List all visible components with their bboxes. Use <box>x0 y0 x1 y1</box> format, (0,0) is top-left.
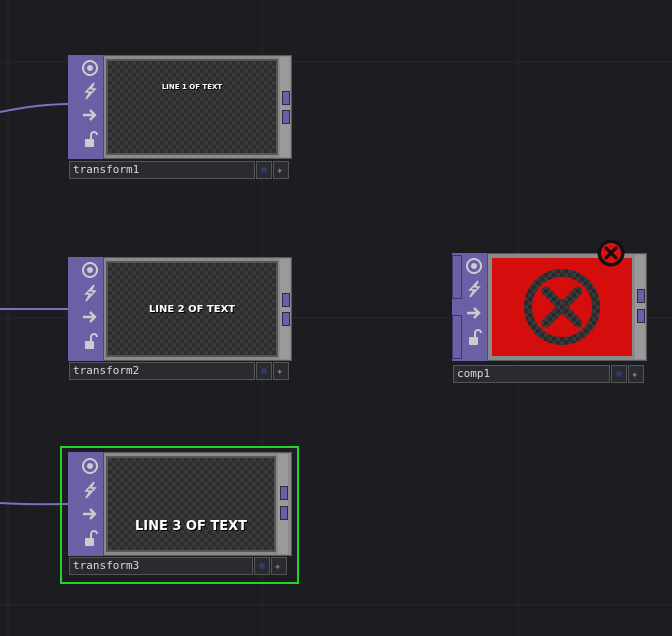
input-connector[interactable] <box>452 255 462 299</box>
viewer-text: LINE 3 OF TEXT <box>134 519 248 534</box>
arrow-right-icon[interactable] <box>80 105 100 125</box>
node-label-bar: transform3 ✦ <box>69 557 291 575</box>
node-right-bar <box>278 454 288 554</box>
move-icon: ✦ <box>631 367 639 381</box>
node-right-bar <box>280 259 290 359</box>
wire-transform1 <box>0 103 73 113</box>
cook-bolt-icon[interactable] <box>80 480 100 500</box>
lock-icon[interactable] <box>80 331 100 351</box>
cook-bolt-icon[interactable] <box>80 283 100 303</box>
node-name-label[interactable]: transform3 <box>69 557 253 575</box>
viewer-text: LINE 2 OF TEXT <box>148 303 236 315</box>
node-transform2[interactable]: LINE 2 OF TEXT transform2 ✦ <box>68 257 294 381</box>
arrow-right-icon[interactable] <box>80 504 100 524</box>
lock-icon[interactable] <box>80 129 100 149</box>
node-bypass-button[interactable] <box>611 365 627 383</box>
output-connector[interactable] <box>280 486 288 500</box>
error-x-icon <box>524 269 600 345</box>
cook-bolt-icon[interactable] <box>80 81 100 101</box>
output-connector[interactable] <box>637 309 645 323</box>
viewer-text: LINE 1 OF TEXT <box>161 83 223 91</box>
bypass-dot-icon <box>259 563 265 569</box>
input-connector[interactable] <box>452 315 462 359</box>
viewer-toggle-icon[interactable] <box>80 58 100 78</box>
node-flags-button[interactable]: ✦ <box>273 362 289 380</box>
node-comp1[interactable]: comp1 ✦ <box>452 253 650 383</box>
arrow-right-icon[interactable] <box>464 303 484 323</box>
node-label-bar: transform2 ✦ <box>69 362 291 380</box>
node-right-bar <box>280 57 290 157</box>
output-connector[interactable] <box>280 506 288 520</box>
node-bypass-button[interactable] <box>256 362 272 380</box>
node-viewer: LINE 1 OF TEXT <box>106 59 278 155</box>
node-sidebar <box>68 55 104 159</box>
node-bypass-button[interactable] <box>256 161 272 179</box>
node-name-label[interactable]: transform2 <box>69 362 255 380</box>
node-flags-button[interactable]: ✦ <box>628 365 644 383</box>
node-viewer: LINE 3 OF TEXT <box>106 456 276 552</box>
node-label-bar: comp1 ✦ <box>453 365 647 383</box>
bypass-dot-icon <box>261 368 267 374</box>
node-name-label[interactable]: transform1 <box>69 161 255 179</box>
cook-bolt-icon[interactable] <box>464 279 484 299</box>
node-sidebar <box>452 253 488 361</box>
node-flags-button[interactable]: ✦ <box>271 557 287 575</box>
lock-icon[interactable] <box>80 528 100 548</box>
output-connector[interactable] <box>282 312 290 326</box>
node-transform3[interactable]: LINE 3 OF TEXT transform3 ✦ <box>68 452 294 576</box>
viewer-toggle-icon[interactable] <box>80 456 100 476</box>
output-connector[interactable] <box>637 289 645 303</box>
move-icon: ✦ <box>276 163 284 177</box>
move-icon: ✦ <box>276 364 284 378</box>
arrow-right-icon[interactable] <box>80 307 100 327</box>
node-bypass-button[interactable] <box>254 557 270 575</box>
bypass-dot-icon <box>261 167 267 173</box>
viewer-toggle-icon[interactable] <box>464 256 484 276</box>
node-label-bar: transform1 ✦ <box>69 161 291 179</box>
node-flags-button[interactable]: ✦ <box>273 161 289 179</box>
node-transform1[interactable]: LINE 1 OF TEXT transform1 ✦ <box>68 55 294 179</box>
node-viewer: LINE 2 OF TEXT <box>106 261 278 357</box>
output-connector[interactable] <box>282 91 290 105</box>
bypass-dot-icon <box>616 371 622 377</box>
error-badge-icon[interactable] <box>596 238 626 268</box>
node-sidebar <box>68 257 104 361</box>
output-connector[interactable] <box>282 293 290 307</box>
lock-icon[interactable] <box>464 327 484 347</box>
node-viewer-error <box>490 256 634 358</box>
output-connector[interactable] <box>282 110 290 124</box>
node-sidebar <box>68 452 104 556</box>
node-name-label[interactable]: comp1 <box>453 365 610 383</box>
viewer-toggle-icon[interactable] <box>80 260 100 280</box>
node-right-bar <box>635 255 645 359</box>
move-icon: ✦ <box>274 559 282 573</box>
